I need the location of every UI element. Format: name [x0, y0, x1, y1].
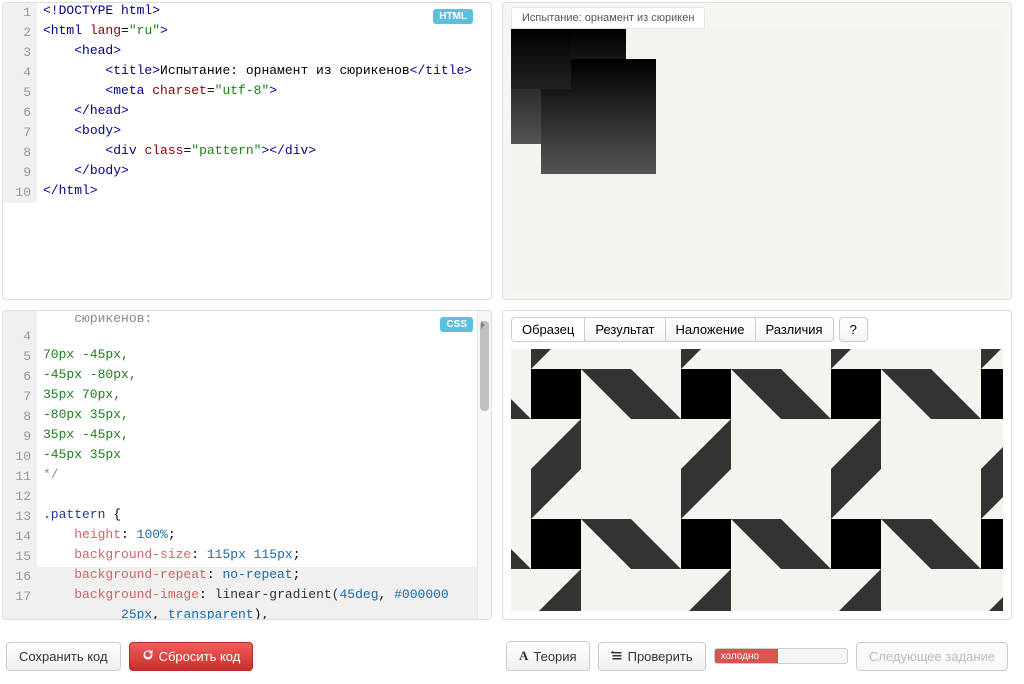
line-number: 11	[3, 467, 37, 487]
next-label: Следующее задание	[869, 649, 995, 664]
line-number: 6	[3, 367, 37, 387]
line-number: 15	[3, 547, 37, 567]
code-line[interactable]: 4 <title>Испытание: орнамент из сюрикено…	[3, 63, 491, 83]
line-number: 9	[3, 163, 37, 183]
code-line[interactable]: 570px -45px,	[3, 347, 491, 367]
line-number: 7	[3, 387, 37, 407]
line-number: 4	[3, 327, 37, 347]
check-icon	[611, 649, 623, 664]
tab-diff[interactable]: Различия	[755, 317, 834, 342]
code-line[interactable]: 14 height: 100%;	[3, 527, 491, 547]
code-line[interactable]: 8 <div class="pattern"></div>	[3, 143, 491, 163]
save-button[interactable]: Сохранить код	[6, 642, 121, 671]
shuriken-shape	[781, 349, 931, 469]
line-number: 10	[3, 447, 37, 467]
code-line[interactable]: 6 </head>	[3, 103, 491, 123]
html-badge: HTML	[433, 9, 473, 24]
result-preview-panel: Испытание: орнамент из сюрикен	[502, 2, 1012, 300]
code-line[interactable]: 4	[3, 327, 491, 347]
shuriken-shape	[511, 469, 631, 611]
css-editor[interactable]: CSS сюрикенов:4570px -45px,6-45px -80px,…	[2, 310, 492, 620]
code-line[interactable]: 735px 70px,	[3, 387, 491, 407]
code-line[interactable]: 10-45px 35px	[3, 447, 491, 467]
line-number: 8	[3, 407, 37, 427]
line-number: 9	[3, 427, 37, 447]
shuriken-shape	[781, 469, 931, 611]
code-line[interactable]: 8-80px 35px,	[3, 407, 491, 427]
code-line[interactable]: сюрикенов:	[3, 311, 491, 327]
reset-label: Сбросить код	[159, 649, 241, 664]
code-line[interactable]: 25px, transparent),	[3, 607, 491, 620]
tab-help[interactable]: ?	[839, 317, 868, 342]
code-line[interactable]: 5 <meta charset="utf-8">	[3, 83, 491, 103]
line-number: 14	[3, 527, 37, 547]
preview-canvas	[511, 29, 1003, 291]
code-line[interactable]: 11*/	[3, 467, 491, 487]
code-line[interactable]: 9 </body>	[3, 163, 491, 183]
css-badge: CSS	[440, 317, 473, 332]
line-number	[3, 607, 37, 620]
theory-label: Теория	[533, 649, 576, 664]
next-button: Следующее задание	[856, 642, 1008, 671]
line-number: 4	[3, 63, 37, 83]
save-label: Сохранить код	[19, 649, 108, 664]
sample-tabbar: Образец Результат Наложение Различия ?	[503, 311, 1011, 342]
tab-result[interactable]: Результат	[584, 317, 665, 342]
code-line[interactable]: 12	[3, 487, 491, 507]
code-line[interactable]: 1<!DOCTYPE html>	[3, 3, 491, 23]
code-line[interactable]: 2<html lang="ru">	[3, 23, 491, 43]
line-number: 16	[3, 567, 37, 587]
shuriken-shape	[511, 349, 631, 469]
footer-right: A Теория Проверить холодно Следующее зад…	[502, 630, 1012, 682]
css-scrollbar[interactable]	[477, 311, 491, 619]
line-number: 5	[3, 347, 37, 367]
preview-tab-title: Испытание: орнамент из сюрикен	[511, 7, 705, 29]
sample-canvas	[511, 349, 1003, 611]
line-number: 7	[3, 123, 37, 143]
css-scroll-thumb[interactable]	[480, 321, 489, 411]
code-line[interactable]: 7 <body>	[3, 123, 491, 143]
code-line[interactable]: 17 background-image: linear-gradient(45d…	[3, 587, 491, 607]
code-line[interactable]: 935px -45px,	[3, 427, 491, 447]
refresh-icon	[142, 649, 154, 664]
code-line[interactable]: 15 background-size: 115px 115px;	[3, 547, 491, 567]
check-button[interactable]: Проверить	[598, 642, 706, 671]
shuriken-shape	[631, 349, 781, 469]
line-number: 17	[3, 587, 37, 607]
footer-left: Сохранить код Сбросить код	[2, 630, 492, 682]
code-line[interactable]: 3 <head>	[3, 43, 491, 63]
line-number: 1	[3, 3, 37, 23]
shuriken-shape	[931, 469, 1003, 611]
code-line[interactable]: 16 background-repeat: no-repeat;	[3, 567, 491, 587]
line-number: 2	[3, 23, 37, 43]
progress-fill: холодно	[715, 649, 779, 663]
line-number: 3	[3, 43, 37, 63]
check-label: Проверить	[628, 649, 693, 664]
shuriken-shape	[931, 349, 1003, 469]
line-number: 6	[3, 103, 37, 123]
line-number: 13	[3, 507, 37, 527]
sample-panel: Образец Результат Наложение Различия ?	[502, 310, 1012, 620]
line-number: 8	[3, 143, 37, 163]
shuriken-shape	[631, 469, 781, 611]
code-line[interactable]: 6-45px -80px,	[3, 367, 491, 387]
line-number	[3, 311, 37, 327]
html-editor[interactable]: HTML 1<!DOCTYPE html>2<html lang="ru">3 …	[2, 2, 492, 300]
tab-overlay[interactable]: Наложение	[665, 317, 756, 342]
reset-button[interactable]: Сбросить код	[129, 642, 254, 671]
code-line[interactable]: 10</html>	[3, 183, 491, 203]
line-number: 10	[3, 183, 37, 203]
line-number: 12	[3, 487, 37, 507]
tab-sample[interactable]: Образец	[511, 317, 585, 342]
line-number: 5	[3, 83, 37, 103]
theory-button[interactable]: A Теория	[506, 641, 590, 671]
code-line[interactable]: 13.pattern {	[3, 507, 491, 527]
